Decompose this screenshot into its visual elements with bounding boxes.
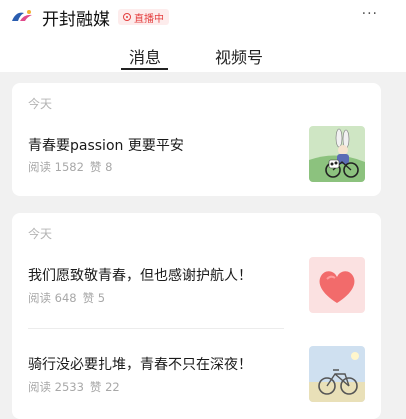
live-status-badge[interactable]: 直播中 [118, 9, 169, 25]
article-thumbnail[interactable] [309, 346, 365, 402]
article-thumbnail[interactable] [309, 126, 365, 182]
article-divider [28, 328, 284, 329]
live-icon [123, 13, 131, 21]
message-date: 今天 [28, 227, 53, 241]
read-count: 阅读 1582 [28, 160, 84, 174]
tab-bar: 消息 视频号 [0, 44, 406, 72]
message-card: 今天 青春要passion 更要平安 阅读 1582 赞 8 [12, 83, 381, 196]
tab-messages[interactable]: 消息 [129, 44, 161, 68]
article-title[interactable]: 青春要passion 更要平安 [28, 135, 184, 155]
cyclist-illustration-icon [309, 126, 365, 182]
tab-channels[interactable]: 视频号 [215, 44, 263, 68]
article-stats: 阅读 1582 赞 8 [28, 159, 112, 175]
article-thumbnail[interactable] [309, 257, 365, 313]
article-stats: 阅读 2533 赞 22 [28, 379, 120, 395]
account-header: 开封融媒 直播中 ··· 消息 视频号 [0, 0, 406, 72]
like-count: 赞 8 [89, 160, 113, 174]
like-count: 赞 22 [89, 380, 120, 394]
heart-graphic-icon [309, 257, 365, 313]
account-name[interactable]: 开封融媒 [42, 5, 110, 30]
more-options-button[interactable]: ··· [362, 6, 378, 22]
article-title[interactable]: 骑行没必要扎堆，青春不只在深夜！ [28, 354, 252, 374]
active-tab-indicator [121, 68, 168, 70]
read-count: 阅读 648 [28, 291, 77, 305]
top-bar: 开封融媒 直播中 ··· [0, 0, 406, 32]
message-date: 今天 [28, 97, 53, 111]
live-badge-label: 直播中 [134, 13, 164, 25]
article-stats: 阅读 648 赞 5 [28, 290, 105, 306]
message-card: 今天 我们愿致敬青春，但也感谢护航人！ 阅读 648 赞 5 骑行没必要扎堆，青春… [12, 213, 381, 419]
like-count: 赞 5 [82, 291, 106, 305]
article-title[interactable]: 我们愿致敬青春，但也感谢护航人！ [28, 265, 252, 285]
bicycle-photo-icon [309, 346, 365, 402]
account-logo-icon[interactable] [10, 9, 34, 23]
read-count: 阅读 2533 [28, 380, 84, 394]
